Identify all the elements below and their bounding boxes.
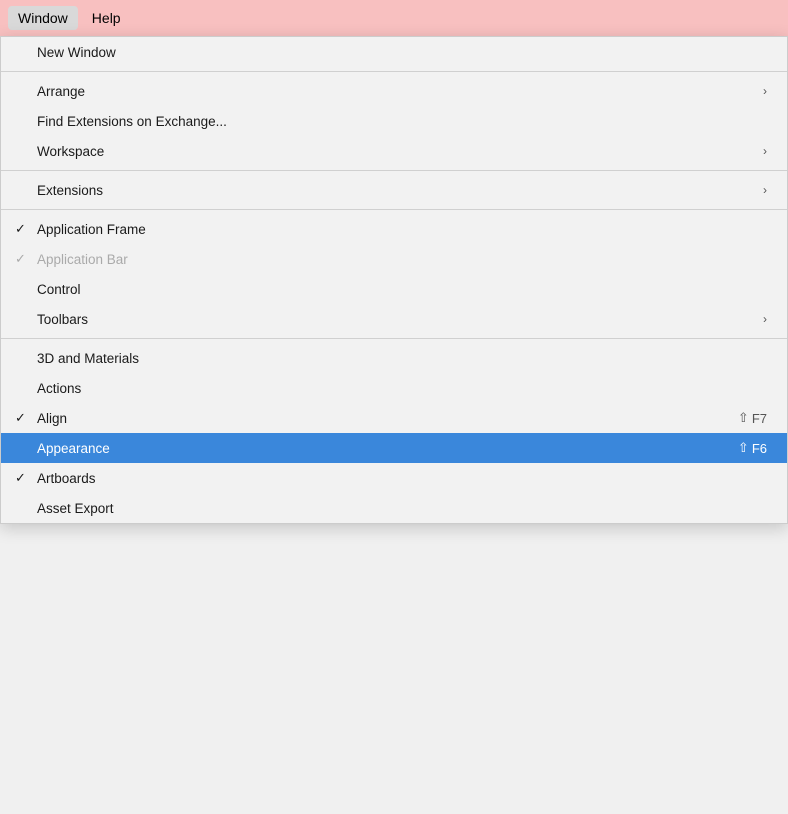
appearance-label: Appearance: [37, 441, 110, 456]
menu-bar: Window Help: [0, 0, 788, 36]
menu-item-extensions[interactable]: Extensions ›: [1, 175, 787, 205]
application-frame-label: Application Frame: [37, 222, 146, 237]
artboards-label: Artboards: [37, 471, 96, 486]
menu-item-arrange[interactable]: Arrange ›: [1, 76, 787, 106]
extensions-submenu-arrow: ›: [763, 183, 767, 197]
extensions-label: Extensions: [37, 183, 103, 198]
toolbars-submenu-arrow: ›: [763, 312, 767, 326]
align-shortcut: ⇧ F7: [738, 410, 767, 426]
toolbars-label: Toolbars: [37, 312, 88, 327]
menu-bar-window[interactable]: Window: [8, 6, 78, 30]
asset-export-label: Asset Export: [37, 501, 114, 516]
window-dropdown-menu: New Window Arrange › Find Extensions on …: [0, 36, 788, 524]
appearance-shortcut-shift: ⇧: [738, 440, 749, 456]
divider-3: [1, 209, 787, 210]
align-shortcut-key: F7: [752, 411, 767, 426]
actions-label: Actions: [37, 381, 81, 396]
3d-materials-label: 3D and Materials: [37, 351, 139, 366]
align-shortcut-shift: ⇧: [738, 410, 749, 426]
menu-item-appearance[interactable]: Appearance ⇧ F6: [1, 433, 787, 463]
align-label: Align: [37, 411, 67, 426]
workspace-submenu-arrow: ›: [763, 144, 767, 158]
menu-item-align[interactable]: ✓ Align ⇧ F7: [1, 403, 787, 433]
menu-item-new-window[interactable]: New Window: [1, 37, 787, 67]
find-extensions-label: Find Extensions on Exchange...: [37, 114, 227, 129]
artboards-check: ✓: [15, 470, 26, 486]
application-bar-check: ✓: [15, 251, 26, 267]
menu-item-actions[interactable]: Actions: [1, 373, 787, 403]
menu-item-asset-export[interactable]: Asset Export: [1, 493, 787, 523]
menu-item-workspace[interactable]: Workspace ›: [1, 136, 787, 166]
menu-item-application-bar[interactable]: ✓ Application Bar: [1, 244, 787, 274]
control-label: Control: [37, 282, 81, 297]
menu-item-control[interactable]: Control: [1, 274, 787, 304]
divider-4: [1, 338, 787, 339]
application-frame-check: ✓: [15, 221, 26, 237]
application-bar-label: Application Bar: [37, 252, 128, 267]
divider-2: [1, 170, 787, 171]
workspace-label: Workspace: [37, 144, 104, 159]
divider-1: [1, 71, 787, 72]
menu-bar-help[interactable]: Help: [82, 6, 131, 30]
arrange-submenu-arrow: ›: [763, 84, 767, 98]
align-check: ✓: [15, 410, 26, 426]
menu-item-find-extensions[interactable]: Find Extensions on Exchange...: [1, 106, 787, 136]
menu-item-toolbars[interactable]: Toolbars ›: [1, 304, 787, 334]
appearance-shortcut: ⇧ F6: [738, 440, 767, 456]
arrange-label: Arrange: [37, 84, 85, 99]
menu-item-3d-materials[interactable]: 3D and Materials: [1, 343, 787, 373]
menu-item-artboards[interactable]: ✓ Artboards: [1, 463, 787, 493]
new-window-label: New Window: [37, 45, 116, 60]
appearance-shortcut-key: F6: [752, 441, 767, 456]
menu-item-application-frame[interactable]: ✓ Application Frame: [1, 214, 787, 244]
